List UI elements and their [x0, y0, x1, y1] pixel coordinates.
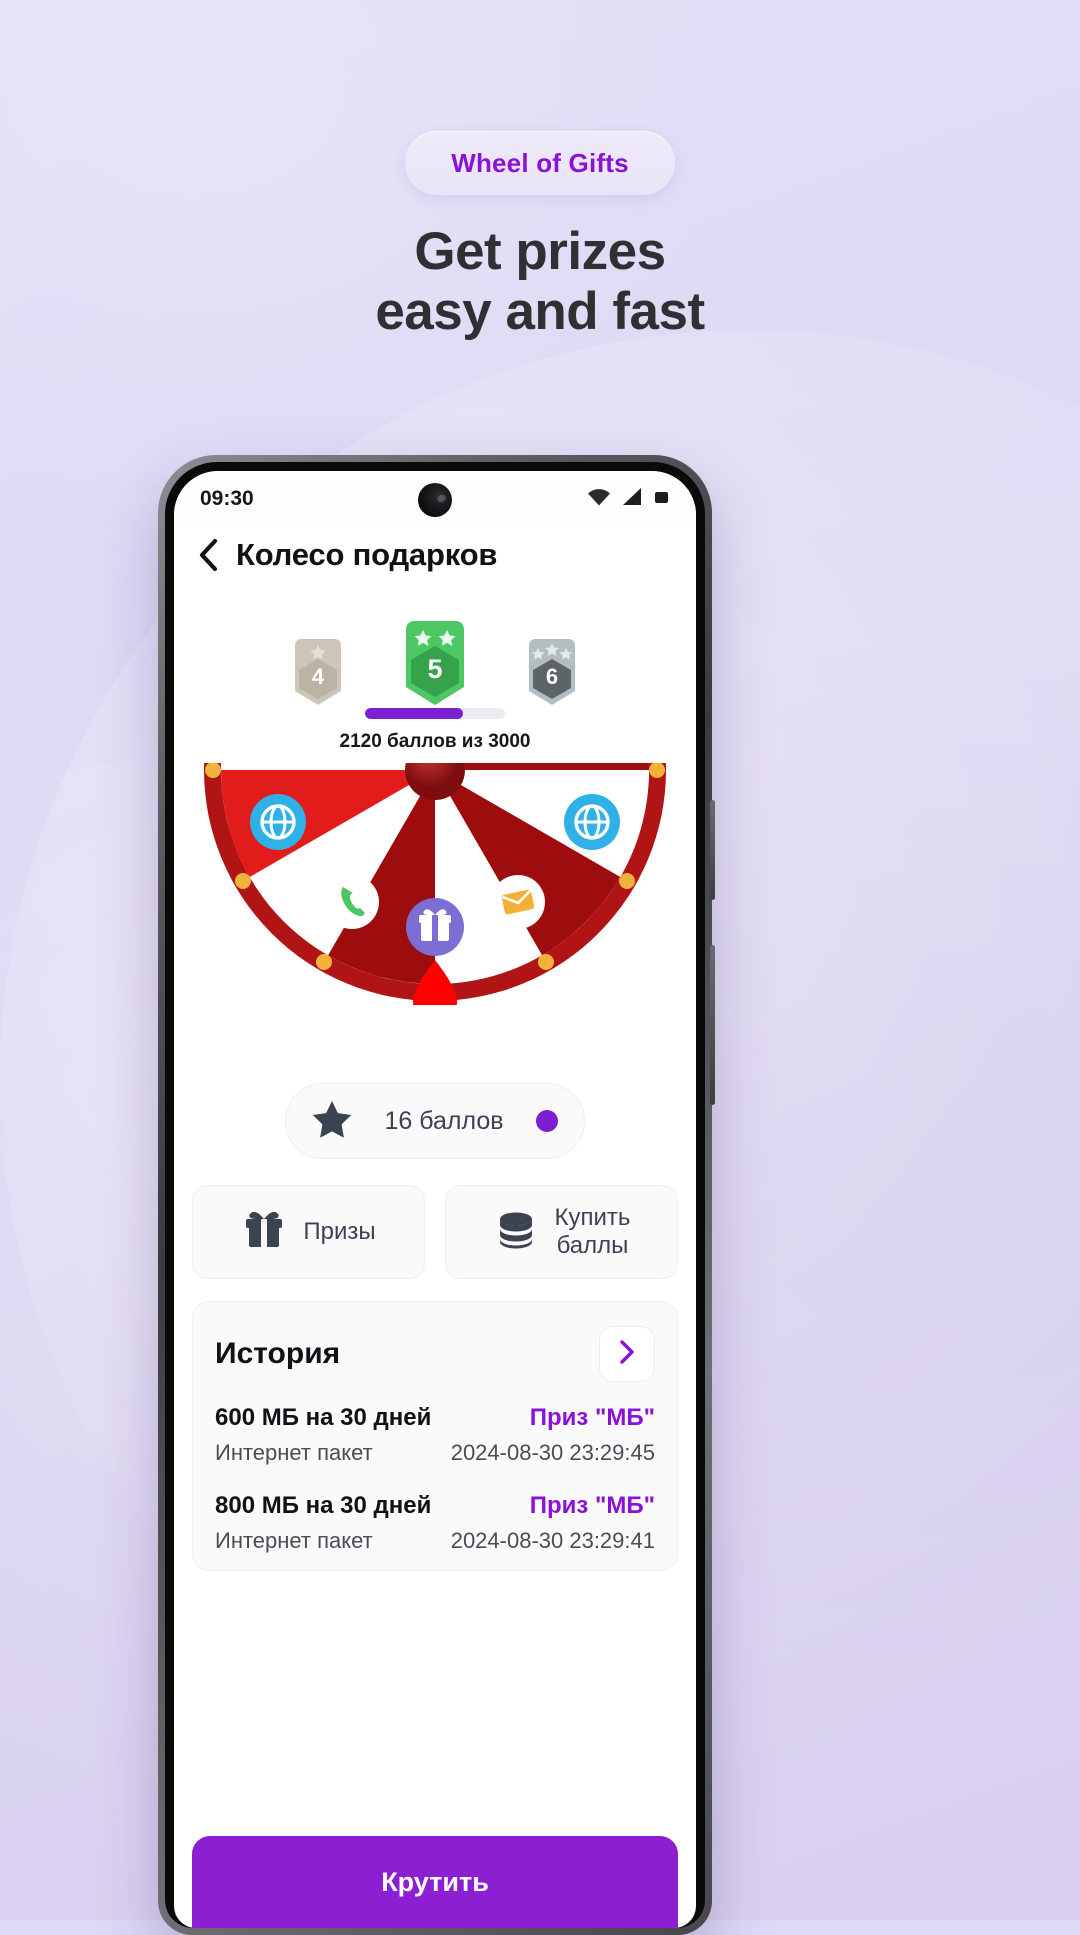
status-bar: 09:30 — [174, 471, 696, 527]
wheel-icon-envelope — [491, 875, 545, 929]
wifi-icon — [586, 487, 612, 512]
spin-button[interactable]: Крутить — [192, 1836, 678, 1928]
history-row-subtitle: Интернет пакет — [215, 1528, 373, 1553]
gift-icon — [241, 1207, 287, 1258]
history-row-name: 800 МБ на 30 дней — [215, 1492, 432, 1519]
star-icon — [312, 1100, 352, 1143]
history-header: История — [215, 1326, 655, 1382]
back-chevron-icon[interactable] — [196, 538, 222, 572]
prizes-button[interactable]: Призы — [192, 1185, 425, 1279]
level-progress-fill — [365, 708, 463, 719]
history-row-date: 2024-08-30 23:29:41 — [450, 1528, 655, 1553]
history-title: История — [215, 1337, 341, 1370]
points-label: 16 баллов — [384, 1106, 504, 1135]
status-icons — [586, 487, 670, 512]
history-row-secondary: Интернет пакет 2024-08-30 23:29:41 — [215, 1528, 655, 1554]
buy-points-button[interactable]: Купить баллы — [445, 1185, 678, 1279]
prize-wheel[interactable] — [174, 763, 696, 1053]
app-bar: Колесо подарков — [174, 527, 696, 587]
level-progress-bar — [365, 708, 505, 719]
level-badge-4[interactable]: 4 — [292, 639, 344, 705]
chevron-right-icon — [617, 1339, 637, 1370]
promo-headline-line2: easy and fast — [375, 281, 705, 341]
promo-headline: Get prizes easy and fast — [0, 222, 1080, 342]
coins-stack-icon — [493, 1207, 539, 1258]
level-badge-6[interactable]: 6 — [526, 639, 578, 705]
level-progress-section: 4 5 6 — [174, 587, 696, 719]
history-more-button[interactable] — [599, 1326, 655, 1382]
wheel-icon-phone — [325, 875, 379, 929]
battery-icon — [654, 489, 670, 510]
history-row-prize: Приз "МБ" — [529, 1404, 655, 1431]
history-row-date: 2024-08-30 23:29:45 — [450, 1440, 655, 1465]
phone-power-button[interactable] — [710, 945, 715, 1105]
level-badge-6-number: 6 — [545, 664, 559, 690]
phone-frame: 09:30 Колесо подарков 4 5 6 2120 баллов … — [158, 455, 715, 1935]
points-chip[interactable]: 16 баллов — [285, 1083, 585, 1159]
phone-volume-button[interactable] — [710, 800, 715, 900]
buy-points-button-label: Купить баллы — [554, 1204, 631, 1259]
promo-pill-label: Wheel of Gifts — [451, 147, 629, 178]
history-row-primary: 800 МБ на 30 дней Приз "МБ" — [215, 1492, 655, 1520]
history-card: История 600 МБ на 30 дней Приз "МБ" Инте… — [192, 1301, 678, 1571]
points-indicator-dot — [536, 1110, 558, 1132]
front-camera-punchhole — [418, 483, 452, 517]
level-progress-label: 2120 баллов из 3000 — [339, 731, 531, 752]
status-time: 09:30 — [200, 487, 254, 510]
wheel-icon-globe-right — [564, 794, 620, 850]
history-row-secondary: Интернет пакет 2024-08-30 23:29:45 — [215, 1440, 655, 1466]
level-badge-5-number: 5 — [427, 653, 443, 684]
phone-bezel: 09:30 Колесо подарков 4 5 6 2120 баллов … — [165, 462, 705, 1928]
table-row[interactable]: 600 МБ на 30 дней Приз "МБ" Интернет пак… — [215, 1382, 655, 1470]
history-row-subtitle: Интернет пакет — [215, 1440, 373, 1465]
signal-icon — [621, 487, 645, 512]
promo-headline-line1: Get prizes — [414, 222, 666, 281]
history-row-prize: Приз "МБ" — [529, 1492, 655, 1519]
page-title: Колесо подарков — [236, 537, 498, 572]
wheel-icon-globe-left — [250, 794, 306, 850]
prizes-button-label: Призы — [303, 1218, 376, 1246]
history-row-primary: 600 МБ на 30 дней Приз "МБ" — [215, 1404, 655, 1432]
level-badge-4-number: 4 — [311, 664, 325, 690]
promo-pill: Wheel of Gifts — [405, 131, 675, 195]
level-badge-5[interactable]: 5 — [365, 621, 505, 719]
table-row[interactable]: 800 МБ на 30 дней Приз "МБ" Интернет пак… — [215, 1470, 655, 1558]
phone-screen: 09:30 Колесо подарков 4 5 6 2120 баллов … — [174, 471, 696, 1928]
history-row-name: 600 МБ на 30 дней — [215, 1404, 432, 1431]
action-buttons: Призы Купить баллы — [174, 1159, 696, 1279]
wheel-icon-gift — [406, 898, 464, 956]
